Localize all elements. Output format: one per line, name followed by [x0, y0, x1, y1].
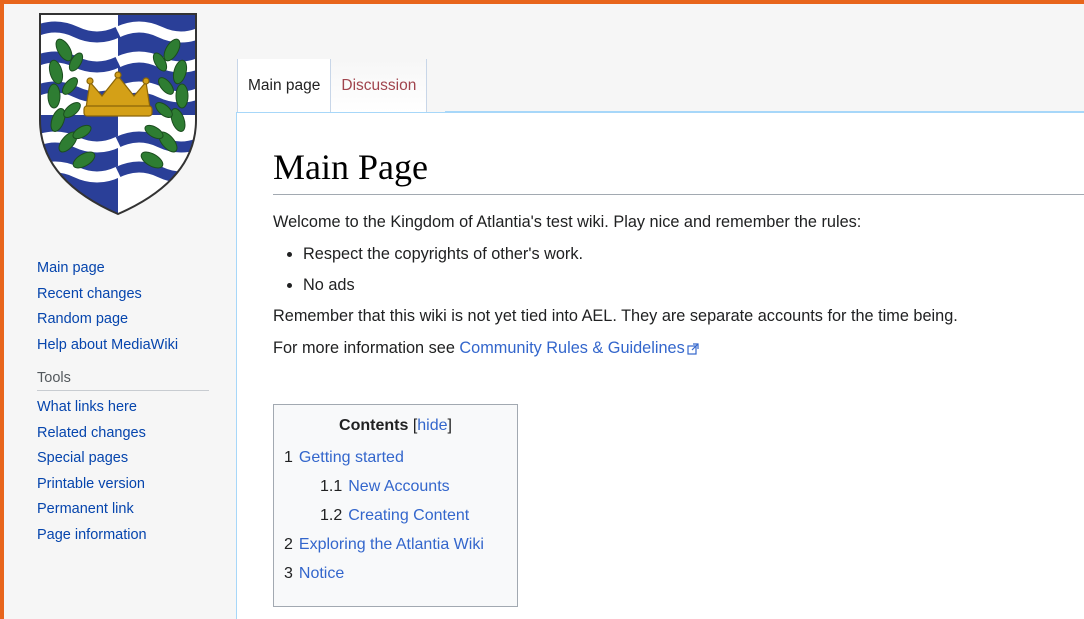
tab-main-page[interactable]: Main page — [237, 59, 332, 112]
community-rules-link[interactable]: Community Rules & Guidelines — [459, 339, 684, 357]
intro-paragraph: Welcome to the Kingdom of Atlantia's tes… — [273, 213, 862, 231]
toc-number: 3 — [284, 565, 293, 582]
sidebar: Main page Recent changes Random page Hel… — [37, 256, 217, 548]
toc-link[interactable]: Creating Content — [348, 507, 469, 524]
toc-item-new-accounts[interactable]: 1.1 New Accounts — [284, 472, 507, 501]
notice-paragraph: Remember that this wiki is not yet tied … — [273, 307, 958, 325]
toc-number: 1.2 — [320, 507, 343, 524]
toc-heading: Contents — [339, 417, 409, 434]
toc-item-exploring[interactable]: 2 Exploring the Atlantia Wiki — [284, 530, 507, 559]
sidebar-item-related-changes[interactable]: Related changes — [37, 421, 217, 447]
toc-item-notice[interactable]: 3 Notice — [284, 559, 507, 588]
toc-number: 1 — [284, 449, 293, 466]
navigation-portal: Main page Recent changes Random page Hel… — [37, 256, 217, 358]
toc-link[interactable]: Getting started — [299, 449, 404, 466]
sidebar-item-printable-version[interactable]: Printable version — [37, 472, 217, 498]
page-title: Main Page — [273, 146, 1084, 195]
more-info-prefix: For more information see — [273, 339, 460, 357]
tools-heading: Tools — [37, 370, 209, 391]
page-body: Welcome to the Kingdom of Atlantia's tes… — [273, 211, 1076, 369]
sidebar-item-page-information[interactable]: Page information — [37, 523, 217, 549]
sidebar-item-random-page[interactable]: Random page — [37, 307, 217, 333]
page-tabs: Main page Discussion — [237, 59, 428, 112]
sidebar-item-special-pages[interactable]: Special pages — [37, 446, 217, 472]
rules-list: Respect the copyrights of other's work. … — [273, 243, 1076, 296]
toc-link[interactable]: Exploring the Atlantia Wiki — [299, 536, 484, 553]
wiki-window: Main page Recent changes Random page Hel… — [4, 4, 1084, 619]
sidebar-item-permanent-link[interactable]: Permanent link — [37, 497, 217, 523]
toc-item-getting-started[interactable]: 1 Getting started — [284, 443, 507, 472]
toc-title: Contents [hide] — [284, 417, 507, 435]
toc-hide-bracket-close: ] — [447, 417, 452, 434]
toc-number: 1.1 — [320, 478, 343, 495]
table-of-contents: Contents [hide] 1 Getting started 1.1 New … — [273, 404, 518, 607]
sidebar-item-what-links-here[interactable]: What links here — [37, 395, 217, 421]
sidebar-item-help[interactable]: Help about MediaWiki — [37, 333, 217, 359]
external-link-icon — [687, 343, 699, 355]
list-item: Respect the copyrights of other's work. — [287, 243, 1076, 265]
toc-link[interactable]: Notice — [299, 565, 344, 582]
toc-number: 2 — [284, 536, 293, 553]
tab-discussion[interactable]: Discussion — [331, 59, 428, 112]
list-item: No ads — [287, 274, 1076, 296]
toc-hide-toggle: [hide] — [413, 417, 452, 434]
tools-portal: What links here Related changes Special … — [37, 395, 217, 548]
sidebar-item-recent-changes[interactable]: Recent changes — [37, 282, 217, 308]
content-area: Main Page Welcome to the Kingdom of Atla… — [236, 112, 1084, 619]
more-info-paragraph: For more information see Community Rules… — [273, 337, 1076, 359]
toc-hide-button[interactable]: hide — [417, 417, 447, 434]
atlantia-coat-of-arms-icon[interactable] — [34, 10, 202, 218]
toc-link[interactable]: New Accounts — [348, 478, 449, 495]
toc-item-creating-content[interactable]: 1.2 Creating Content — [284, 501, 507, 530]
sidebar-item-main-page[interactable]: Main page — [37, 256, 217, 282]
